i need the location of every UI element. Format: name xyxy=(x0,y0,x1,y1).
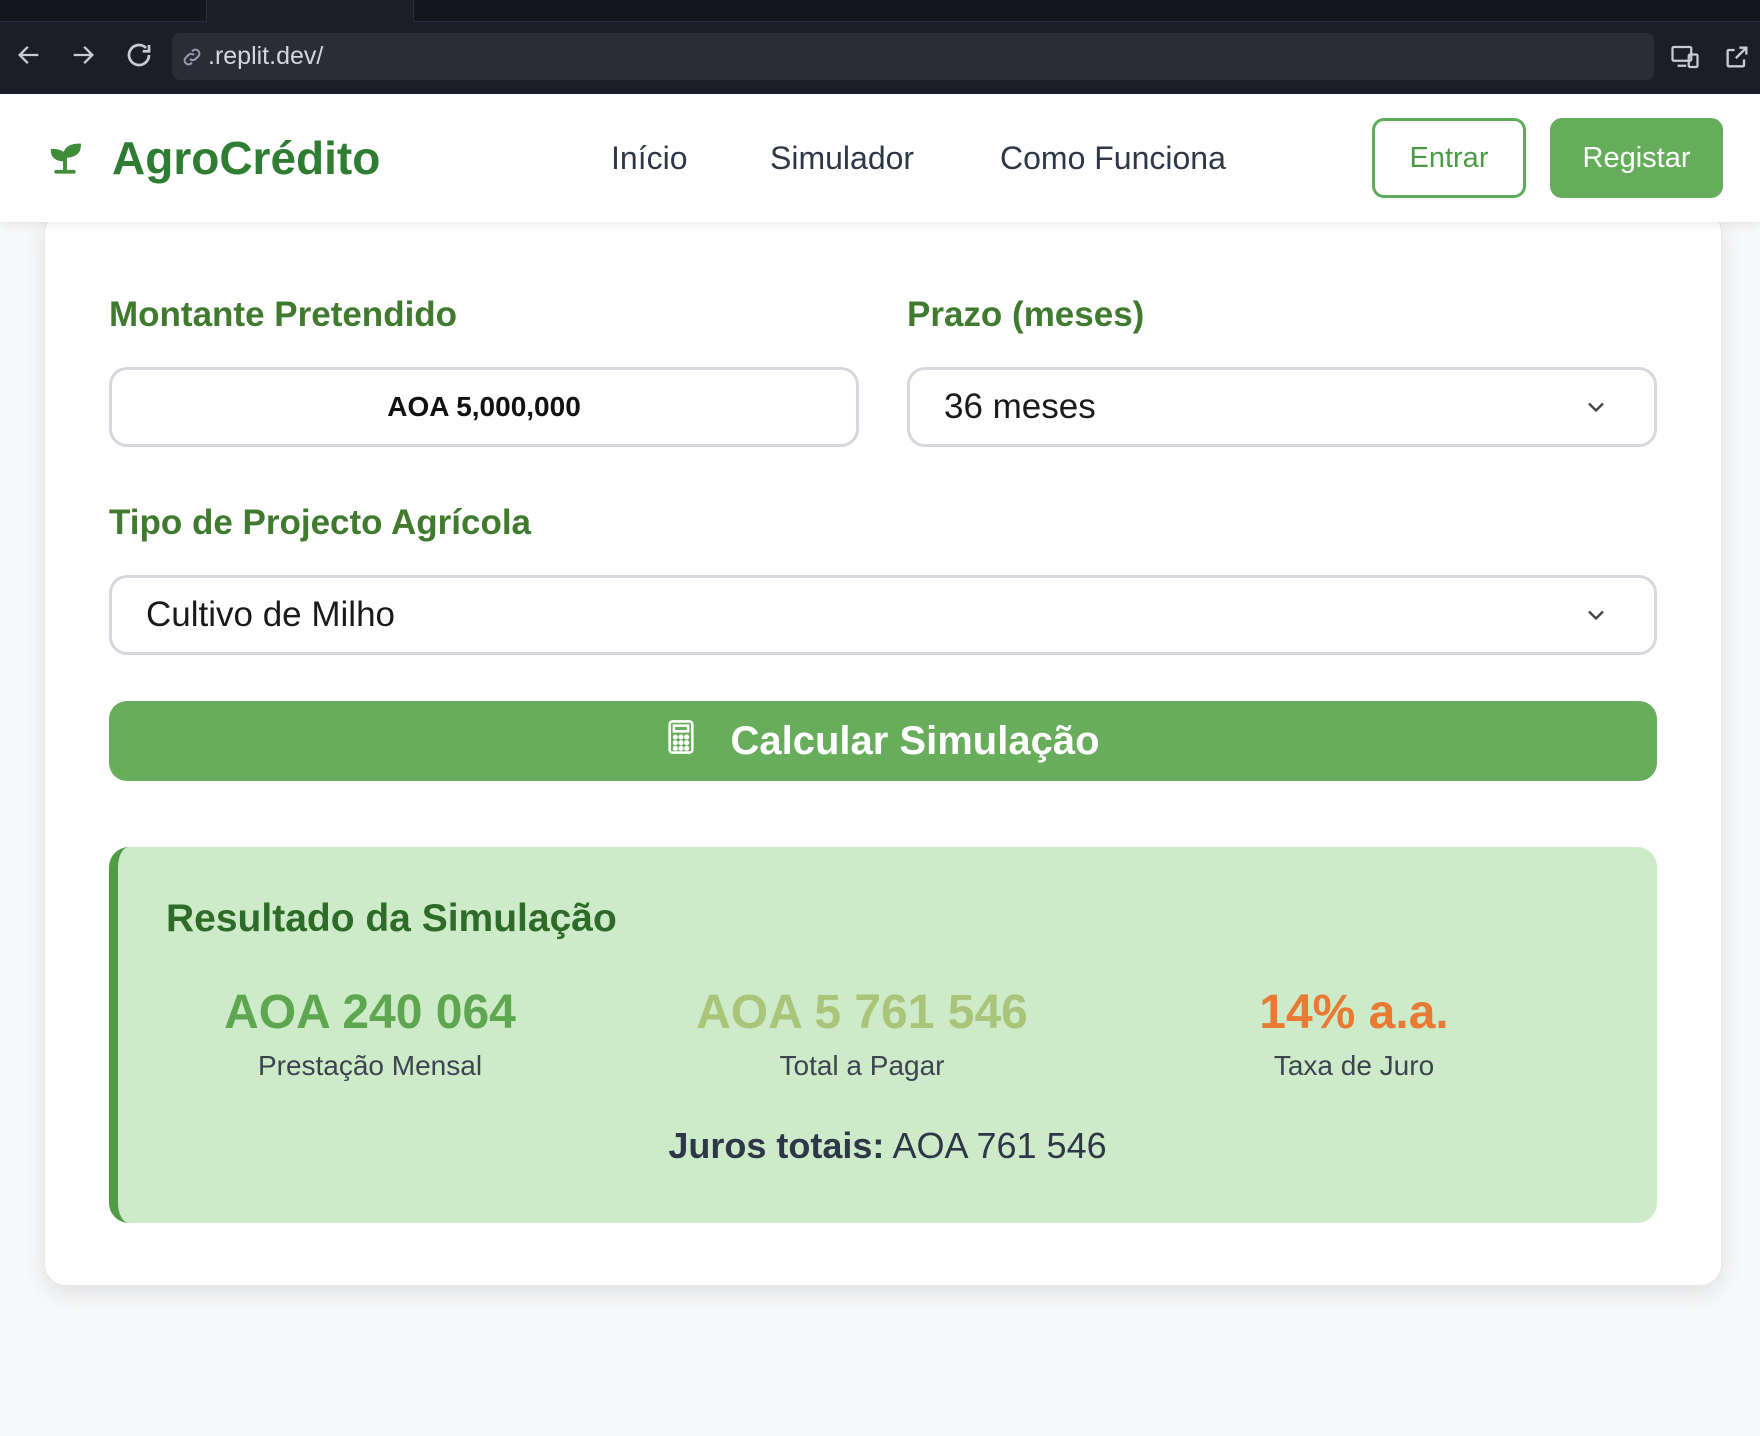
open-external-icon[interactable] xyxy=(1718,38,1756,76)
interest-rate-label: Taxa de Juro xyxy=(1273,1049,1435,1081)
amount-input[interactable]: AOA 5,000,000 xyxy=(109,367,859,447)
project-value: Cultivo de Milho xyxy=(146,595,395,634)
url-text: .replit.dev/ xyxy=(208,42,324,70)
devices-icon[interactable] xyxy=(1666,38,1704,76)
total-payable-label: Total a Pagar xyxy=(779,1049,945,1081)
total-interest-label: Juros totais: xyxy=(668,1125,885,1166)
total-payable-stat: AOA 5 761 546 Total a Pagar xyxy=(662,986,1062,1082)
forward-icon[interactable] xyxy=(66,38,100,72)
brand-name: AgroCrédito xyxy=(112,132,381,184)
address-bar[interactable]: .replit.dev/ xyxy=(172,33,1654,80)
term-label: Prazo (meses) xyxy=(907,295,1145,334)
term-value: 36 meses xyxy=(944,387,1096,426)
link-icon xyxy=(180,45,204,69)
result-title: Resultado da Simulação xyxy=(166,897,617,940)
total-payable-value: AOA 5 761 546 xyxy=(696,986,1028,1039)
monthly-payment-value: AOA 240 064 xyxy=(224,986,516,1039)
login-button[interactable]: Entrar xyxy=(1372,118,1526,198)
site-header: AgroCrédito Início Simulador Como Funcio… xyxy=(0,94,1760,222)
nav-inicio[interactable]: Início xyxy=(611,94,687,222)
calculate-button[interactable]: Calcular Simulação xyxy=(109,701,1657,781)
browser-tab[interactable] xyxy=(206,0,414,22)
amount-value: AOA 5,000,000 xyxy=(387,391,581,422)
nav-simulador[interactable]: Simulador xyxy=(770,94,914,222)
interest-rate-stat: 14% a.a. Taxa de Juro xyxy=(1154,986,1554,1082)
brand[interactable]: AgroCrédito xyxy=(44,94,380,222)
calculate-label: Calcular Simulação xyxy=(730,718,1100,763)
reload-icon[interactable] xyxy=(122,38,156,72)
interest-rate-value: 14% a.a. xyxy=(1259,986,1449,1039)
calculator-icon xyxy=(666,719,696,764)
simulator-card: Montante Pretendido AOA 5,000,000 Prazo … xyxy=(44,210,1722,1286)
nav-como-funciona[interactable]: Como Funciona xyxy=(1000,94,1226,222)
total-interest-value: AOA 761 546 xyxy=(892,1125,1107,1166)
total-interest: Juros totais: AOA 761 546 xyxy=(118,1125,1657,1167)
chevron-down-icon xyxy=(1582,601,1610,629)
chevron-down-icon xyxy=(1582,393,1610,421)
monthly-payment-label: Prestação Mensal xyxy=(257,1049,483,1081)
monthly-payment-stat: AOA 240 064 Prestação Mensal xyxy=(170,986,570,1082)
project-label: Tipo de Projecto Agrícola xyxy=(109,503,532,542)
browser-toolbar: .replit.dev/ xyxy=(0,0,1760,94)
back-icon[interactable] xyxy=(12,38,46,72)
term-select[interactable]: 36 meses xyxy=(907,367,1657,447)
project-select[interactable]: Cultivo de Milho xyxy=(109,575,1657,655)
result-panel: Resultado da Simulação AOA 240 064 Prest… xyxy=(109,847,1657,1223)
amount-label: Montante Pretendido xyxy=(109,295,458,334)
seedling-icon xyxy=(44,135,86,182)
register-button[interactable]: Registar xyxy=(1550,118,1723,198)
tab-strip xyxy=(0,0,1760,22)
